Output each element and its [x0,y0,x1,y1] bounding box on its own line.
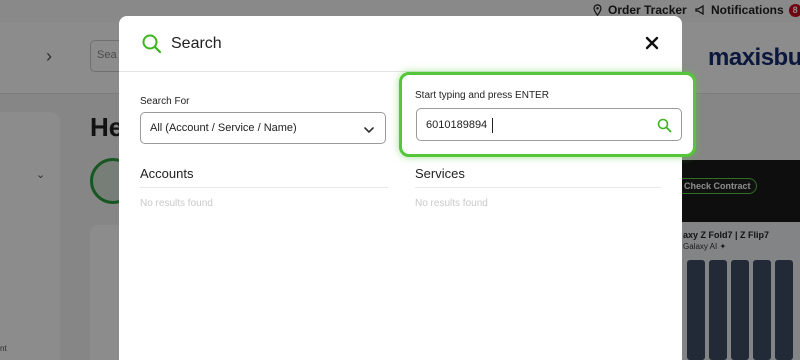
modal-header: Search [119,16,682,72]
query-label: Start typing and press ENTER [415,90,549,101]
modal-title: Search [171,35,222,52]
services-section-title: Services [415,166,465,181]
search-query-input[interactable]: 6010189894 [416,108,682,141]
close-button[interactable] [642,33,662,53]
accounts-section-title: Accounts [140,166,194,181]
search-icon [141,33,163,60]
accounts-empty-text: No results found [140,198,213,209]
search-for-label: Search For [140,96,190,107]
chevron-down-icon [363,123,375,141]
divider [140,187,388,188]
search-for-select[interactable]: All (Account / Service / Name) [140,112,386,144]
search-query-value: 6010189894 [426,119,488,131]
search-modal: Search Search For All (Account / Service… [119,16,696,360]
search-icon[interactable] [657,118,672,138]
divider [415,187,661,188]
close-icon [645,36,659,50]
search-for-selected-value: All (Account / Service / Name) [150,122,297,134]
services-empty-text: No results found [415,198,488,209]
text-caret [492,118,493,133]
